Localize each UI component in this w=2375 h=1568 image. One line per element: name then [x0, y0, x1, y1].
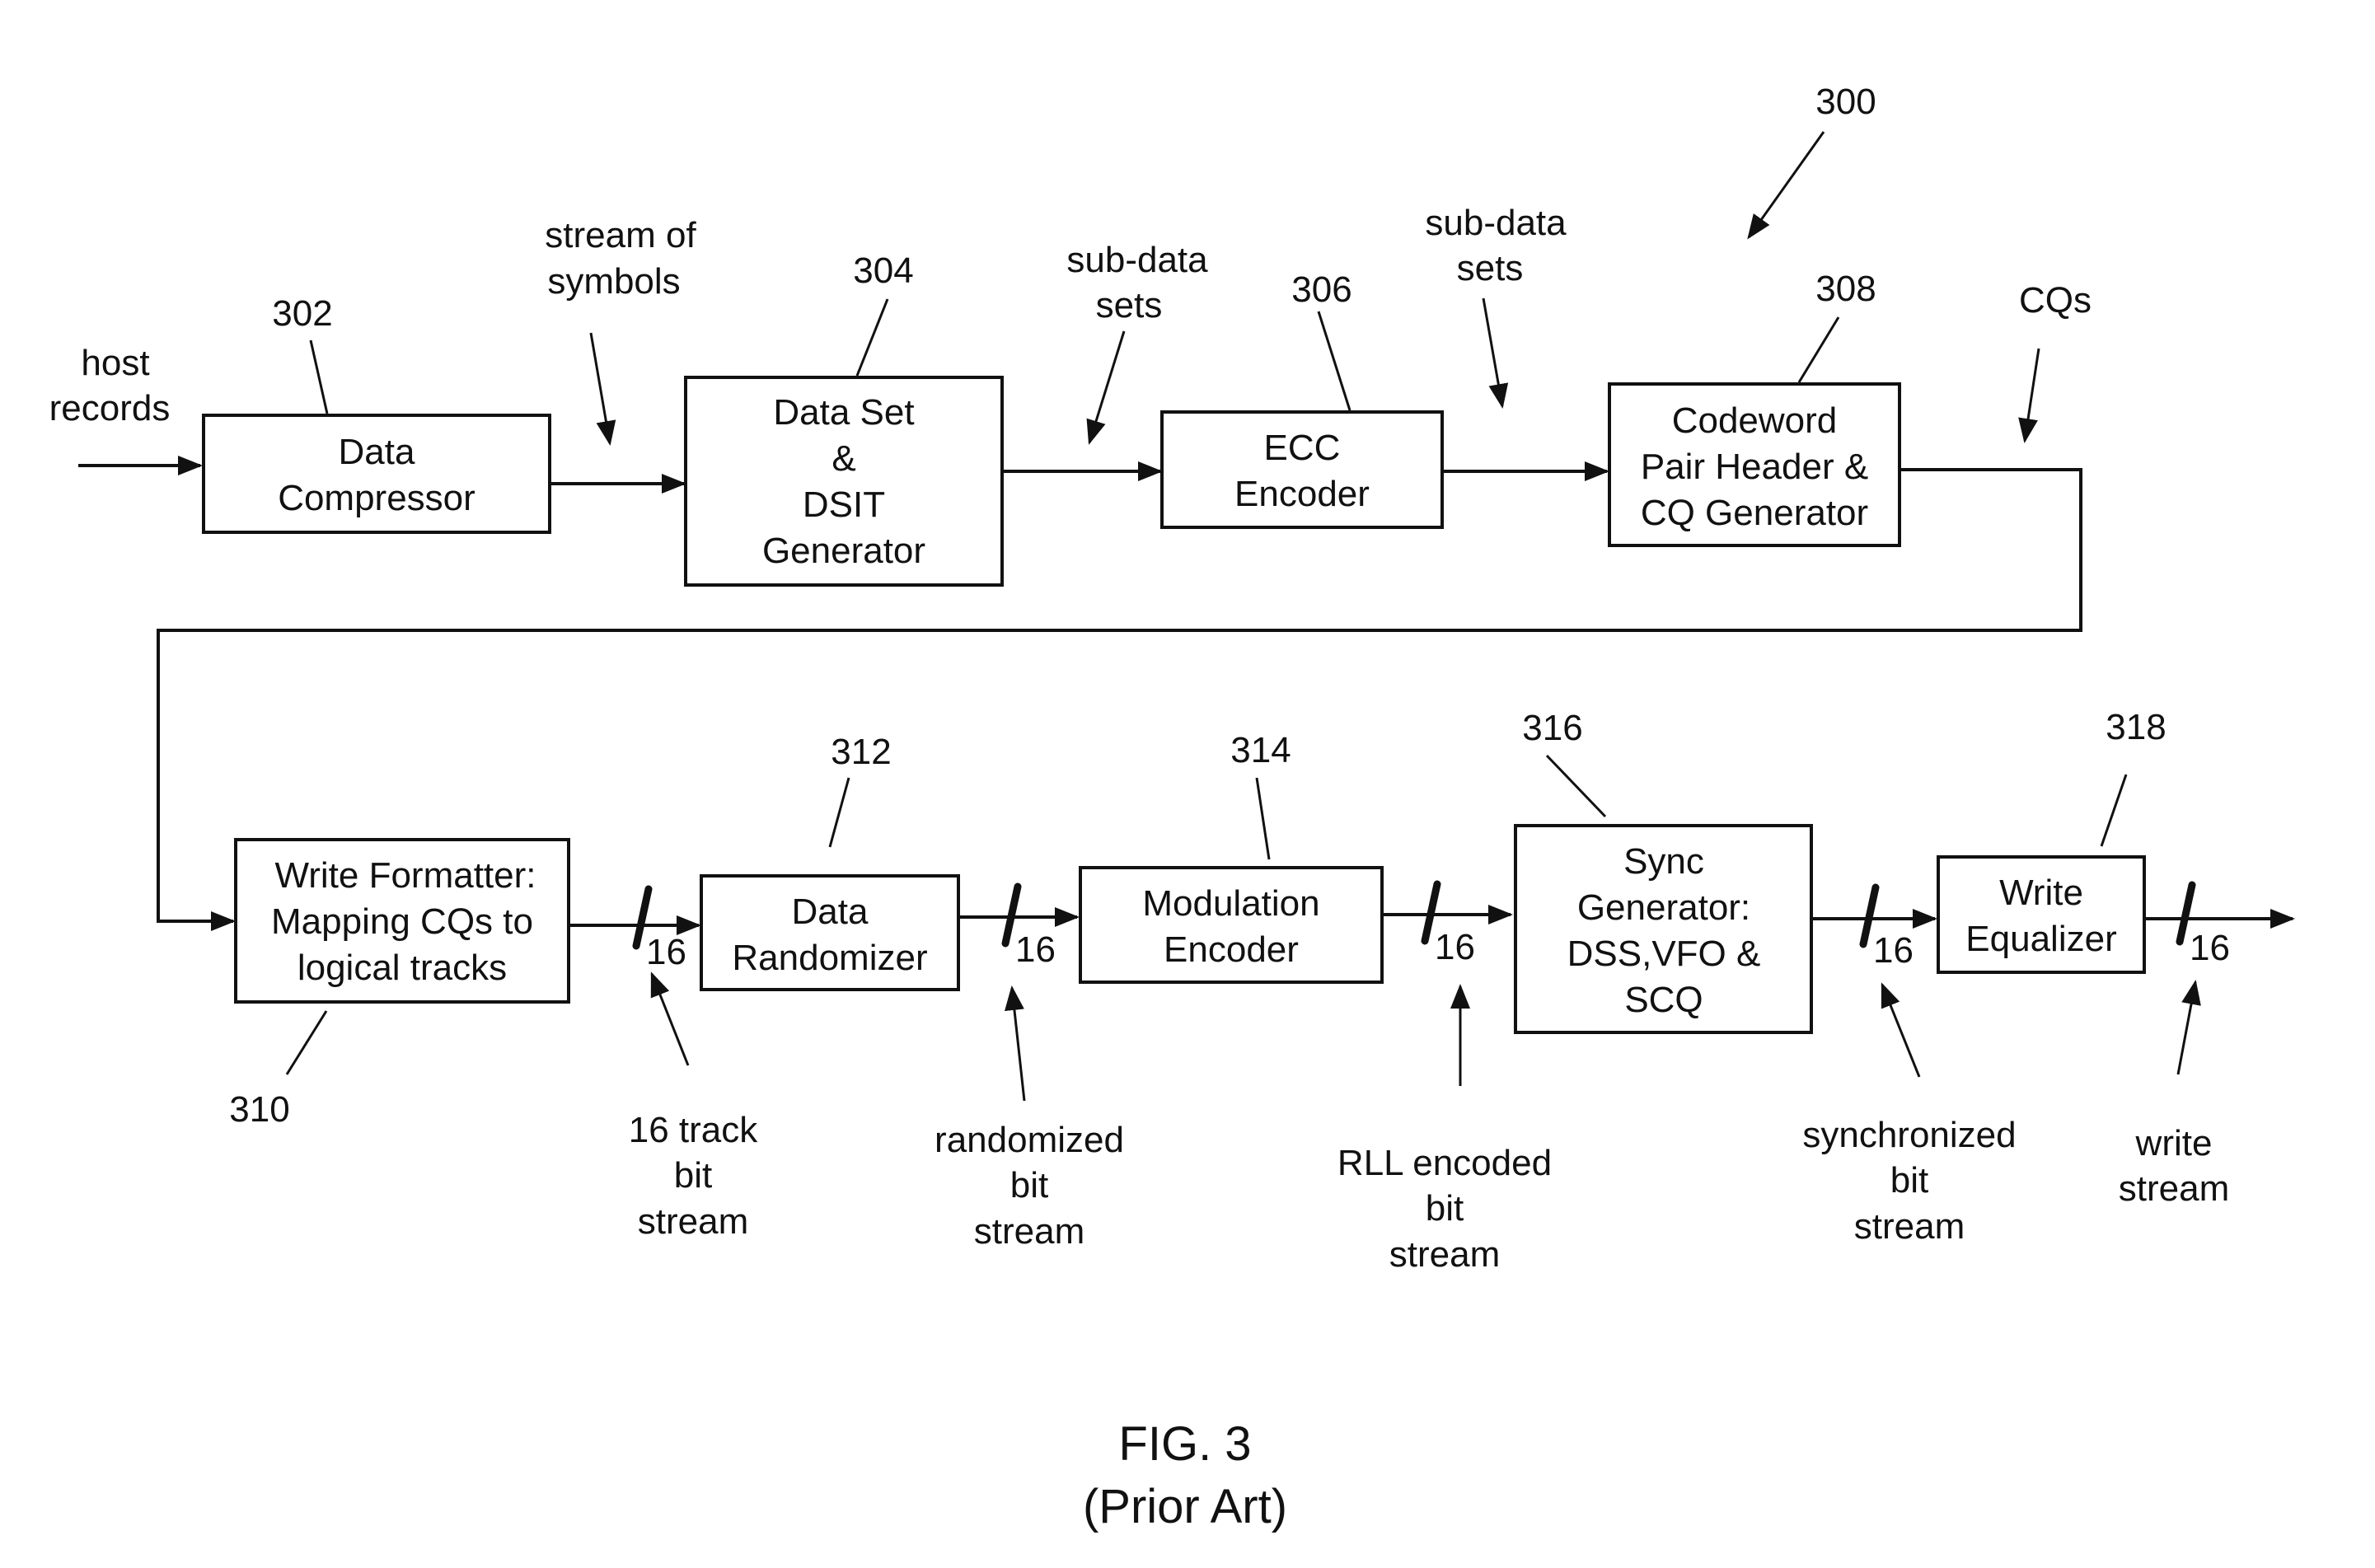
svg-text:RLL encoded: RLL encoded — [1337, 1143, 1552, 1183]
svg-text:DSS,VFO &: DSS,VFO & — [1567, 934, 1761, 974]
svg-text:stream of: stream of — [545, 215, 696, 255]
block-304-data-set-dsit-generator: Data Set & DSIT Generator — [684, 376, 1004, 587]
bus-marker-312-314: 16 — [1001, 882, 1056, 970]
ref-304: 304 — [853, 250, 914, 377]
signal-host-records: host records — [49, 343, 171, 428]
svg-text:Sync: Sync — [1623, 841, 1704, 882]
svg-text:stream: stream — [2119, 1168, 2229, 1209]
svg-text:Equalizer: Equalizer — [1965, 919, 2116, 959]
svg-text:304: 304 — [853, 250, 913, 291]
svg-text:stream: stream — [1389, 1234, 1500, 1275]
signal-stream-of-symbols: stream of symbols — [545, 215, 696, 446]
svg-text:Codeword: Codeword — [1672, 400, 1838, 441]
svg-text:Data: Data — [339, 432, 415, 472]
svg-text:DSIT: DSIT — [803, 484, 885, 525]
svg-text:write: write — [2135, 1123, 2213, 1163]
svg-text:Modulation: Modulation — [1142, 883, 1319, 924]
svg-text:bit: bit — [1426, 1188, 1464, 1229]
block-306-ecc-encoder: ECC Encoder — [1160, 410, 1444, 529]
svg-text:sets: sets — [1096, 285, 1163, 325]
svg-text:Mapping CQs to: Mapping CQs to — [271, 901, 533, 942]
svg-text:16 track: 16 track — [629, 1110, 759, 1150]
svg-text:synchronized: synchronized — [1802, 1115, 2016, 1155]
svg-text:Generator: Generator — [762, 531, 925, 571]
signal-randomized-bit-stream: randomized bit stream — [935, 985, 1124, 1252]
svg-text:316: 316 — [1522, 708, 1582, 748]
svg-text:CQs: CQs — [2019, 280, 2092, 321]
svg-text:Write Formatter:: Write Formatter: — [274, 855, 536, 896]
svg-text:stream: stream — [1854, 1206, 1965, 1247]
svg-text:Write: Write — [1999, 873, 2083, 913]
ref-312: 312 — [828, 732, 892, 848]
figure-caption-subtitle: (Prior Art) — [1083, 1480, 1287, 1533]
block-316-sync-generator: Sync Generator: DSS,VFO & SCQ — [1514, 824, 1813, 1034]
signal-synchronized-bit-stream: synchronized bit stream — [1802, 982, 2017, 1247]
bus-marker-310-312: 16 — [632, 885, 686, 972]
signal-write-stream: write stream — [2119, 980, 2229, 1209]
bus-width-label: 16 — [1015, 929, 1056, 970]
svg-text:bit: bit — [674, 1155, 712, 1196]
signal-16-track-bit-stream: 16 track bit stream — [629, 971, 759, 1242]
signal-sub-data-sets-2: sub-data sets — [1425, 203, 1567, 409]
bus-marker-314-316: 16 — [1421, 880, 1475, 967]
svg-text:306: 306 — [1291, 269, 1351, 310]
ref-302: 302 — [272, 293, 333, 414]
svg-text:Data: Data — [792, 892, 869, 932]
ref-308: 308 — [1797, 269, 1876, 383]
svg-text:bit: bit — [1010, 1165, 1048, 1205]
svg-text:314: 314 — [1230, 730, 1291, 770]
ref-314: 314 — [1230, 730, 1291, 860]
svg-text:ECC: ECC — [1264, 428, 1341, 468]
ref-300-arrow — [1747, 131, 1825, 240]
fig3-block-diagram: 300 16 16 16 16 16 Data Compressor Data … — [49, 82, 2295, 1533]
svg-text:Randomizer: Randomizer — [732, 938, 927, 978]
svg-text:Encoder: Encoder — [1234, 474, 1370, 514]
bus-width-label: 16 — [1873, 930, 1914, 971]
block-310-write-formatter: Write Formatter: Mapping CQs to logical … — [234, 838, 570, 1004]
svg-text:sets: sets — [1457, 248, 1524, 288]
ref-310: 310 — [229, 1010, 328, 1130]
ref-316: 316 — [1522, 708, 1607, 818]
bus-width-label: 16 — [2190, 928, 2230, 968]
figure-caption-title: FIG. 3 — [1118, 1417, 1251, 1471]
svg-text:&: & — [831, 438, 855, 479]
svg-text:Generator:: Generator: — [1577, 887, 1750, 928]
svg-text:sub-data: sub-data — [1066, 240, 1208, 280]
svg-text:SCQ: SCQ — [1624, 980, 1703, 1020]
svg-text:310: 310 — [229, 1089, 289, 1130]
signal-cqs: CQs — [2018, 280, 2092, 443]
svg-text:Encoder: Encoder — [1164, 929, 1299, 970]
svg-text:host: host — [81, 343, 149, 383]
block-314-modulation-encoder: Modulation Encoder — [1079, 866, 1384, 984]
block-302-data-compressor: Data Compressor — [202, 414, 551, 534]
svg-text:CQ Generator: CQ Generator — [1641, 493, 1868, 533]
svg-text:308: 308 — [1815, 269, 1876, 309]
bus-marker-318-out: 16 — [2176, 881, 2230, 968]
ref-306: 306 — [1291, 269, 1352, 411]
bus-width-label: 16 — [646, 932, 686, 972]
bus-marker-316-318: 16 — [1859, 883, 1914, 971]
ref-300-label: 300 — [1815, 82, 1876, 122]
ref-318: 318 — [2100, 707, 2167, 847]
block-308-codeword-cq-generator: Codeword Pair Header & CQ Generator — [1608, 382, 1901, 547]
svg-text:sub-data: sub-data — [1425, 203, 1567, 243]
block-312-data-randomizer: Data Randomizer — [700, 874, 960, 991]
svg-text:312: 312 — [831, 732, 891, 772]
svg-text:Pair Header &: Pair Header & — [1641, 447, 1868, 487]
svg-text:stream: stream — [638, 1201, 748, 1242]
svg-text:logical tracks: logical tracks — [297, 948, 507, 988]
svg-text:302: 302 — [272, 293, 332, 334]
svg-text:318: 318 — [2106, 707, 2166, 747]
bus-width-label: 16 — [1435, 927, 1475, 967]
svg-text:stream: stream — [974, 1211, 1084, 1252]
svg-text:randomized: randomized — [935, 1120, 1124, 1160]
block-318-write-equalizer: Write Equalizer — [1937, 855, 2146, 974]
svg-text:Compressor: Compressor — [278, 478, 475, 518]
svg-text:records: records — [49, 388, 171, 428]
svg-text:Data Set: Data Set — [773, 392, 914, 433]
svg-text:symbols: symbols — [547, 261, 680, 302]
svg-text:bit: bit — [1890, 1160, 1928, 1201]
